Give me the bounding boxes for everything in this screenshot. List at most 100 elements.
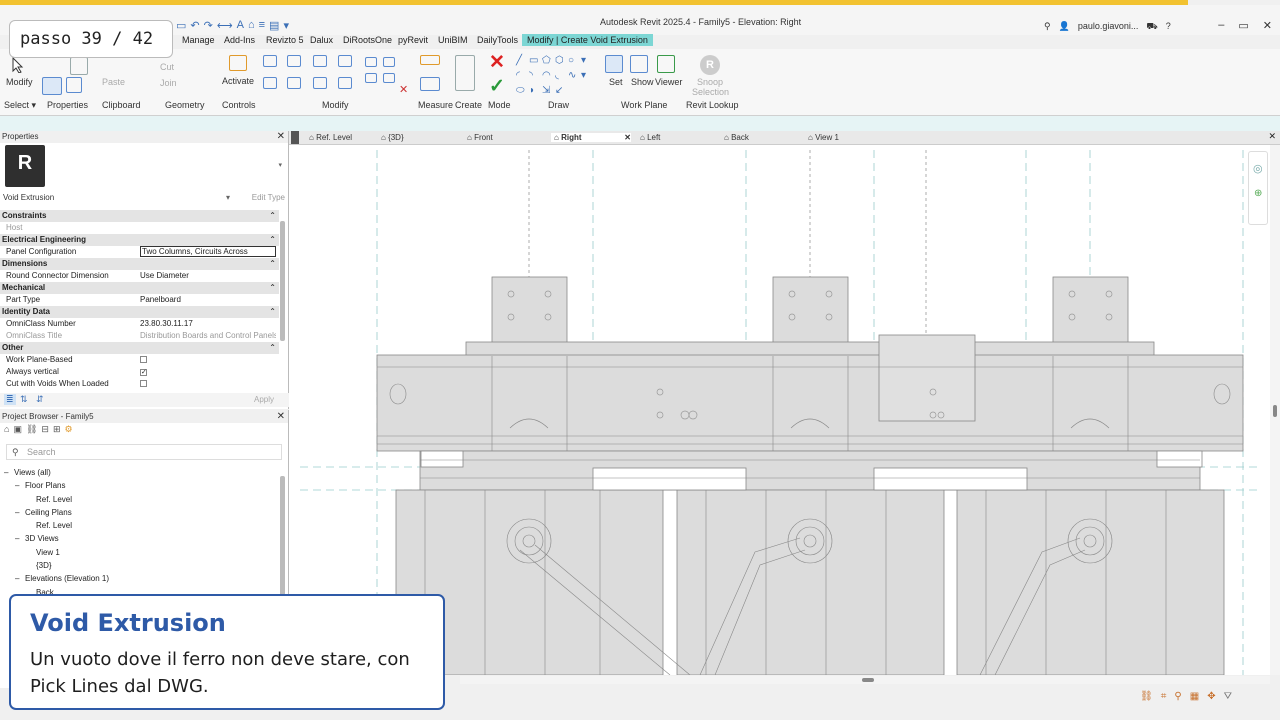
cancel-edit-mode-icon[interactable]: ✕ [489,51,505,74]
property-value[interactable]: Two Columns, Circuits Across [140,246,276,257]
vertical-scroll-thumb[interactable] [1273,405,1277,417]
browser-tree-item[interactable]: – Views (all) [0,466,280,479]
pin-icon[interactable] [383,73,395,83]
chevron-down-icon[interactable]: ▾ [226,193,230,202]
filter-icon[interactable]: ⛛ [1224,691,1232,702]
underlay-select-icon[interactable]: ⌗ [1161,691,1167,702]
expand-icon[interactable]: ⇵ [36,394,44,405]
collapse-arrow-icon[interactable]: ⌃ [269,306,276,318]
tab-manage[interactable]: Manage [182,35,215,45]
copy-icon[interactable] [287,77,301,89]
join-button[interactable]: Join [160,78,177,88]
filter-icon[interactable]: ▣ [13,424,22,435]
pinned-select-icon[interactable]: ⚲ [1174,691,1181,702]
cut-button[interactable]: Cut [160,62,174,72]
pick-lines-icon[interactable]: ⇲ [542,85,555,96]
browser-tree-item[interactable]: – Elevations (Elevation 1) [0,572,280,585]
trim-icon[interactable] [338,77,352,89]
tab-revizto[interactable]: Revizto 5 [266,35,304,45]
browser-scrollbar[interactable] [280,476,285,596]
close-icon[interactable]: ✕ [277,410,285,423]
partial-ellipse-icon[interactable]: ◗ [529,85,542,96]
sort-icon[interactable]: ⇅ [20,394,28,405]
user-icon[interactable]: 👤 [1059,21,1070,33]
maximize-button[interactable]: ▭ [1238,19,1248,32]
properties-scrollbar[interactable] [280,221,285,341]
close-icon[interactable]: ✕ [277,131,285,143]
polygon-icon[interactable]: ⬠ [542,55,555,66]
vertical-scrollbar[interactable] [1270,145,1280,675]
circle-icon[interactable]: ○ [568,55,581,66]
close-icon[interactable]: ✕ [624,133,631,142]
drag-select-icon[interactable]: ✥ [1207,691,1215,702]
collapse-arrow-icon[interactable]: ⌃ [269,282,276,294]
show-work-plane-icon[interactable] [630,55,648,73]
cart-icon[interactable]: ⛟ [1146,21,1157,33]
browser-tree-item[interactable]: View 1 [0,546,280,559]
link-select-icon[interactable]: ⛓ [1140,691,1153,702]
collapse-arrow-icon[interactable]: ⌃ [269,234,276,246]
show-button[interactable]: Show [631,77,654,87]
horizontal-scroll-thumb[interactable] [862,678,874,682]
arc-center-icon[interactable]: ◝ [529,70,542,81]
face-select-icon[interactable]: ▦ [1190,691,1199,702]
arc-tangent-icon[interactable]: ◠ [542,70,555,81]
tree-toggle-icon[interactable]: – [15,572,25,585]
rotate-icon[interactable] [313,77,327,89]
link-icon[interactable]: ⛓ [26,424,37,435]
view-tab-3d[interactable]: ⌂ {3D} [381,133,404,142]
draw-more-icon[interactable]: ▾ [581,55,594,66]
tab-unibim[interactable]: UniBIM [438,35,468,45]
viewer-icon[interactable] [657,55,675,73]
paste-button[interactable]: Paste [102,77,125,87]
tree-toggle-icon[interactable]: – [15,479,25,492]
type-properties-icon[interactable] [42,77,62,95]
collapse-icon[interactable]: ⊟ [41,424,49,435]
offset-icon[interactable] [287,55,301,67]
help-icon[interactable]: ? [1166,21,1171,33]
type-selector[interactable]: Void Extrusion ▾ Edit Type [0,193,289,206]
view-tab-back[interactable]: ⌂ Back [724,133,749,142]
set-button[interactable]: Set [609,77,623,87]
scale-icon[interactable] [365,73,377,83]
search-input[interactable]: ⚲ Search [6,444,282,460]
collapse-arrow-icon[interactable]: ⌃ [269,258,276,270]
home-icon[interactable]: ⌂ [4,424,9,435]
expand-icon[interactable]: ⊞ [53,424,61,435]
tree-toggle-icon[interactable]: – [15,506,25,519]
properties-icon[interactable] [66,77,82,93]
array-icon[interactable] [383,57,395,67]
binoculars-icon[interactable]: ⚲ [1044,21,1051,33]
draw-options-icon[interactable]: ▾ [581,70,594,81]
apply-button[interactable]: Apply [254,395,274,404]
browser-tree-item[interactable]: Ref. Level [0,493,280,506]
mirror-draw-icon[interactable] [338,55,352,67]
dimension-icon[interactable] [420,77,440,91]
tab-add-ins[interactable]: Add-Ins [224,35,255,45]
ellipse-icon[interactable]: ⬭ [516,85,529,96]
view-tab-ref-level[interactable]: ⌂ Ref. Level [309,133,352,142]
move-icon[interactable] [263,77,277,89]
tree-toggle-icon[interactable]: – [15,532,25,545]
align-icon[interactable] [263,55,277,67]
tab-dalux[interactable]: Dalux [310,35,333,45]
browser-org-icon[interactable]: ⚙ [64,424,72,435]
horizontal-scrollbar[interactable] [460,676,1270,684]
user-name[interactable]: paulo.giavoni... [1078,21,1139,33]
fillet-arc-icon[interactable]: ◟ [555,70,568,81]
edit-type-button[interactable]: Edit Type [252,193,285,202]
browser-tree-item[interactable]: {3D} [0,559,280,572]
measure-icon[interactable] [420,55,440,65]
tab-pyrevit[interactable]: pyRevit [398,35,428,45]
rectangle-icon[interactable]: ▭ [529,55,542,66]
type-dropdown-icon[interactable]: ▾ [278,161,282,169]
line-icon[interactable]: ╱ [516,55,529,66]
property-checkbox[interactable]: ✓ [140,366,276,378]
view-tab-front[interactable]: ⌂ Front [467,133,493,142]
viewer-button[interactable]: Viewer [655,77,682,87]
tree-toggle-icon[interactable]: – [4,466,14,479]
pick-lines-active-icon[interactable]: ↙ [555,85,568,96]
steering-wheel-icon[interactable]: ◎ [1253,162,1263,175]
view-tab-left[interactable]: ⌂ Left [640,133,660,142]
parameters-icon[interactable]: ≣ [4,394,16,405]
